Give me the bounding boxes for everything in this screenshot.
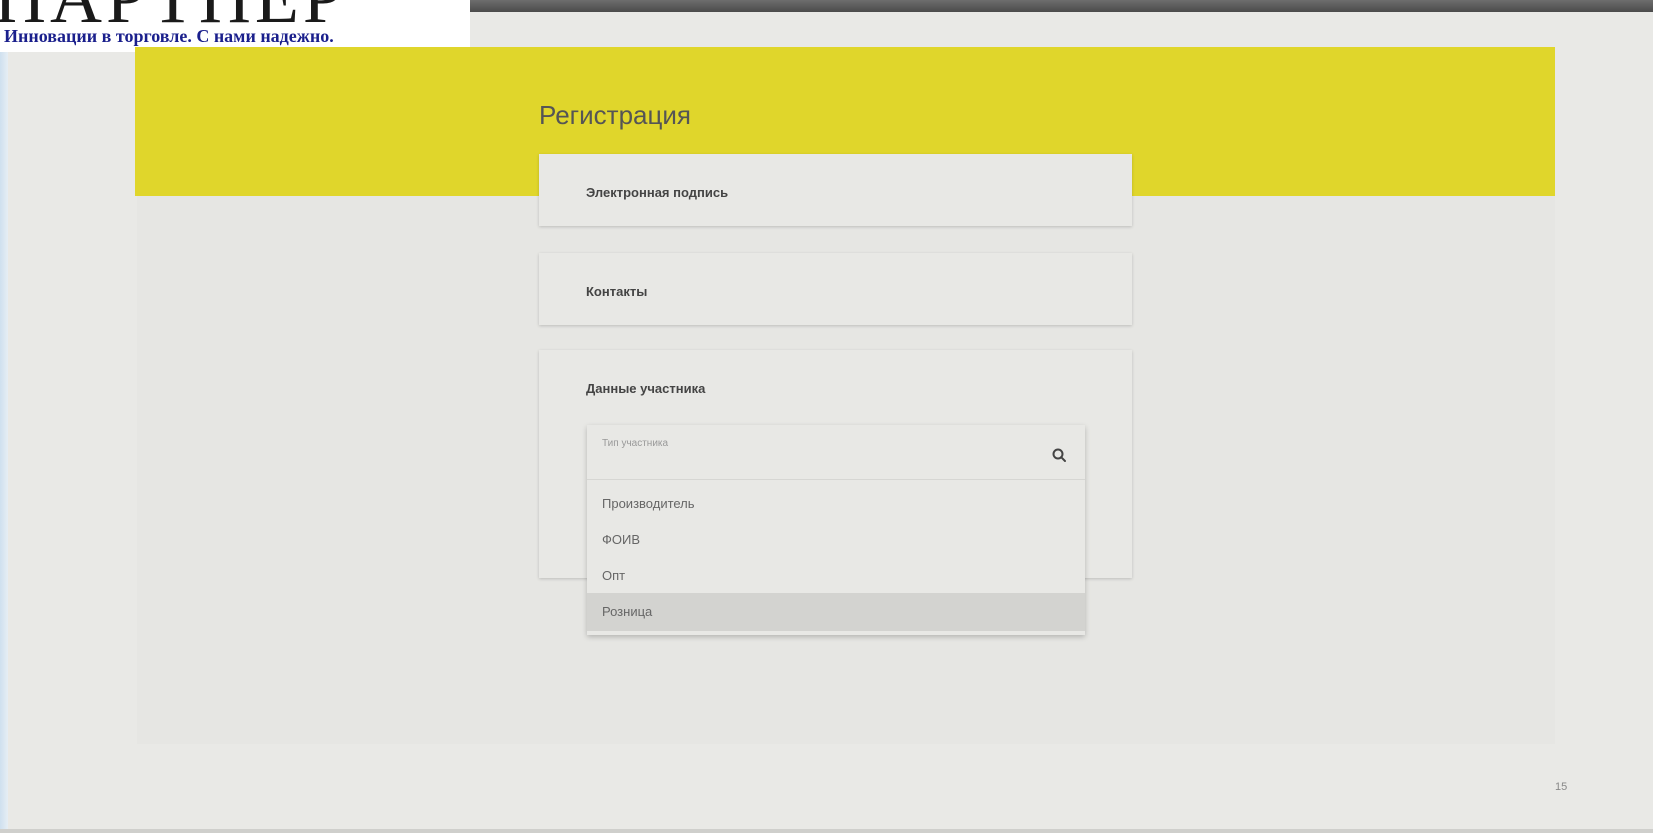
participant-type-dropdown: Тип участника Производитель ФОИВ Опт Роз… — [587, 425, 1085, 635]
section-participant-title: Данные участника — [586, 381, 706, 396]
option-producer[interactable]: Производитель — [587, 485, 1085, 523]
option-wholesale[interactable]: Опт — [587, 557, 1085, 595]
section-signature-title: Электронная подпись — [586, 185, 729, 200]
participant-type-input[interactable] — [602, 451, 1032, 469]
option-retail[interactable]: Розница — [587, 593, 1085, 631]
section-signature[interactable]: Электронная подпись — [539, 154, 1132, 226]
option-foiv[interactable]: ФОИВ — [587, 521, 1085, 559]
option-label: Опт — [602, 568, 626, 583]
logo: ПАРТНЕР Инновации в торговле. С нами над… — [0, 0, 470, 52]
top-dark-bar — [470, 0, 1653, 12]
page-number: 15 — [1555, 781, 1568, 793]
search-icon[interactable] — [1051, 447, 1067, 463]
section-contacts-title: Контакты — [586, 284, 648, 299]
option-label: Производитель — [602, 496, 695, 511]
logo-tagline: Инновации в торговле. С нами надежно. — [4, 26, 334, 46]
participant-type-label: Тип участника — [602, 438, 669, 449]
page-title: Регистрация — [539, 100, 691, 130]
bottom-divider — [0, 829, 1653, 833]
section-contacts[interactable]: Контакты — [539, 253, 1132, 325]
left-decorative-strip — [0, 0, 8, 833]
option-label: Розница — [602, 604, 653, 619]
field-divider — [587, 479, 1085, 480]
option-label: ФОИВ — [602, 532, 641, 547]
